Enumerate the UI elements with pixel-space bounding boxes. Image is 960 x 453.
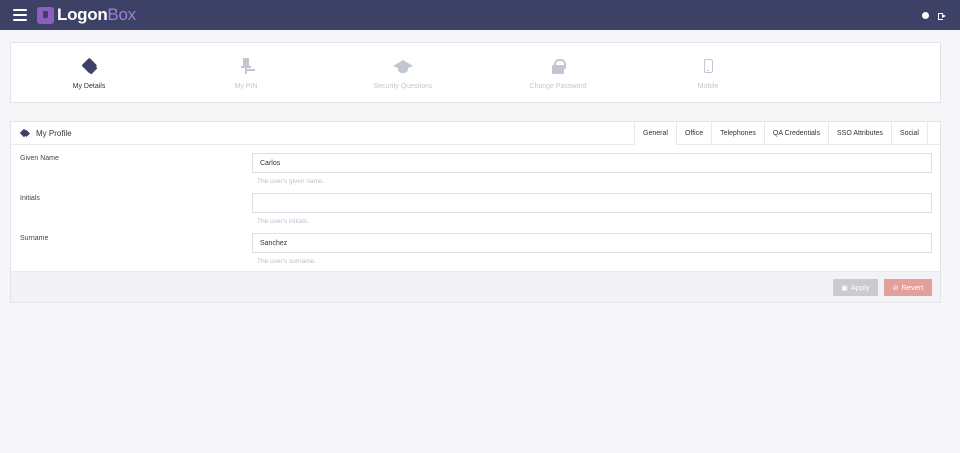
panel-footer: ▣ Apply ⊘ Revert — [11, 271, 940, 302]
initials-label: Initials — [20, 195, 40, 202]
given-name-label: Given Name — [20, 155, 59, 162]
my-profile-panel: My Profile General Office Telephones QA … — [10, 121, 941, 303]
tile-label: Change Password — [529, 83, 587, 90]
top-navbar: LogonBox — [0, 0, 960, 30]
surname-input[interactable]: Sanchez — [252, 233, 932, 253]
lock-icon — [552, 58, 566, 74]
tab-office[interactable]: Office — [677, 122, 713, 145]
ban-icon: ⊘ — [892, 284, 899, 292]
tile-label: Mobile — [697, 83, 719, 90]
given-name-input[interactable]: Carlos — [252, 153, 932, 173]
tab-qa-credentials[interactable]: QA Credentials — [765, 122, 829, 145]
surname-label: Surname — [20, 235, 49, 242]
tile-label: My PIN — [234, 83, 258, 90]
tag-icon — [21, 130, 30, 137]
apply-button[interactable]: ▣ Apply — [833, 279, 878, 296]
tab-sso-attributes[interactable]: SSO Attributes — [829, 122, 892, 145]
tile-label: Security Questions — [373, 83, 433, 90]
surname-help: The user's surname. — [257, 258, 317, 265]
logo-text: LogonBox — [57, 5, 136, 24]
menu-icon[interactable] — [13, 9, 27, 21]
pin-icon — [241, 57, 251, 75]
panel-header: My Profile General Office Telephones QA … — [11, 122, 940, 145]
save-icon: ▣ — [841, 284, 848, 292]
initials-input[interactable] — [252, 193, 932, 213]
profile-tiles: My Details My PIN Security Questions Cha… — [10, 42, 941, 103]
tab-telephones[interactable]: Telephones — [712, 122, 765, 145]
tile-security-questions[interactable]: Security Questions — [323, 43, 483, 104]
tab-general[interactable]: General — [635, 122, 677, 145]
initials-help: The user's initials. — [257, 218, 309, 225]
graduation-cap-icon — [392, 59, 414, 74]
sign-out-icon[interactable] — [938, 12, 946, 20]
revert-button[interactable]: ⊘ Revert — [884, 279, 932, 296]
tile-change-password[interactable]: Change Password — [478, 43, 638, 104]
logo[interactable]: LogonBox — [37, 5, 136, 25]
tile-label: My Details — [72, 83, 106, 90]
panel-title: My Profile — [21, 129, 72, 138]
tile-my-pin[interactable]: My PIN — [166, 43, 326, 104]
tab-social[interactable]: Social — [892, 122, 928, 145]
tile-my-details[interactable]: My Details — [9, 43, 169, 104]
profile-tabs: General Office Telephones QA Credentials… — [634, 122, 928, 145]
mobile-icon — [703, 59, 713, 73]
tile-mobile[interactable]: Mobile — [628, 43, 788, 104]
logo-lock-icon — [37, 6, 54, 24]
given-name-help: The user's given name. — [257, 178, 325, 185]
globe-icon[interactable] — [922, 11, 929, 19]
tag-icon — [81, 60, 97, 73]
